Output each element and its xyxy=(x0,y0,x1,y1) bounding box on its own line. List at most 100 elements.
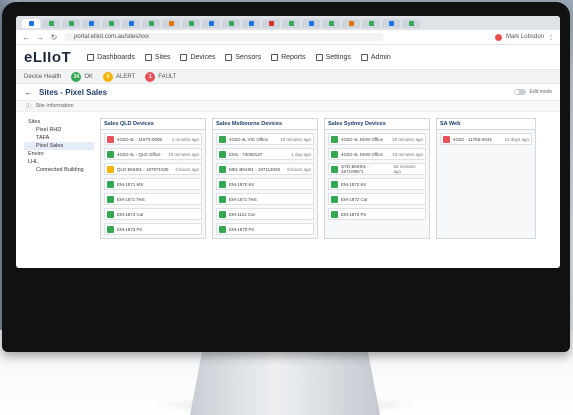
browser-tab[interactable] xyxy=(402,18,420,28)
page-title-bar: ← Sites - Pixel Sales Edit mode xyxy=(16,84,560,101)
device-card[interactable]: EM1 - 73009137 1 day ago xyxy=(216,148,314,160)
device-card[interactable]: MEL BNH01 - 187113029 8 hours ago xyxy=(216,163,314,175)
status-fault[interactable]: 1 FAULT xyxy=(145,71,177,82)
tab-favicon-icon xyxy=(408,20,414,26)
status-ok[interactable]: 34 OK xyxy=(71,71,94,82)
nav-label: Admin xyxy=(370,53,391,61)
tree-item[interactable]: Enviro xyxy=(24,150,94,158)
device-card[interactable]: 4G52-4L - QLD Office 10 minutes ago xyxy=(104,148,202,160)
browser-tab[interactable] xyxy=(362,18,380,28)
tab-favicon-icon xyxy=(108,20,114,26)
device-card[interactable]: EM-1873 Pit xyxy=(104,223,202,235)
device-last-seen: 10 minutes ago xyxy=(280,136,311,142)
nav-sites[interactable]: Sites xyxy=(144,53,170,61)
device-card[interactable]: EM-1873 Car xyxy=(104,208,202,220)
toggle-switch[interactable] xyxy=(514,89,527,95)
nav-devices[interactable]: Devices xyxy=(180,53,215,61)
user-avatar[interactable] xyxy=(494,33,502,41)
device-card[interactable]: EM-1872 Car xyxy=(328,193,426,205)
app-logo[interactable]: eLIIoT xyxy=(24,49,71,66)
device-status-icon xyxy=(331,210,338,218)
browser-tab[interactable] xyxy=(282,18,300,28)
browser-tab[interactable] xyxy=(82,18,100,28)
device-name: EM-1871 MS xyxy=(117,181,144,187)
browser-tab[interactable] xyxy=(142,18,160,28)
browser-tab[interactable] xyxy=(162,18,180,28)
reload-icon[interactable]: ↻ xyxy=(50,33,58,42)
device-card[interactable]: EM-1871 Test xyxy=(216,193,314,205)
toggle-label: Edit mode xyxy=(529,89,552,95)
browser-tab[interactable] xyxy=(102,18,120,28)
ok-count-badge: 34 xyxy=(71,71,82,82)
device-health-label: Device Health xyxy=(24,73,62,80)
tab-favicon-icon xyxy=(368,20,374,26)
device-name: 4G52-4L NSW Office xyxy=(341,136,384,142)
device-status-icon xyxy=(331,135,338,143)
site-tree: Sites Pixel RHD TAFA Pixel Sales Enviro LHL Co… xyxy=(24,118,94,239)
nav-sensors[interactable]: Sensors xyxy=(225,53,261,61)
browser-tab[interactable] xyxy=(222,18,240,28)
device-name: MEL BNH01 - 187113029 xyxy=(229,166,281,172)
browser-tab[interactable] xyxy=(382,18,400,28)
tree-item[interactable]: TAFA xyxy=(24,134,94,142)
device-card[interactable]: 4G52-4L - 11973-0006 4 months ago xyxy=(104,133,202,145)
browser-tab-strip xyxy=(16,16,560,30)
browser-tab[interactable] xyxy=(202,18,220,28)
forward-arrow-icon[interactable]: → xyxy=(36,33,44,42)
device-card[interactable]: 4G52 - 11765-0044 10 days ago xyxy=(440,133,532,145)
device-name: EM-1872 Pit xyxy=(341,211,366,217)
device-columns: Sales QLD Devices 4G52-4L - 11973-0006 4 m… xyxy=(100,118,536,239)
nav-dashboards[interactable]: Dashboards xyxy=(87,53,135,61)
device-card[interactable]: 4G52-4L NSW Office 43 minutes ago xyxy=(328,148,426,160)
device-card[interactable]: EM-1872 Pit xyxy=(328,208,426,220)
device-status-icon xyxy=(331,180,338,188)
tree-item[interactable]: Pixel RHD xyxy=(24,126,94,134)
browser-tab[interactable] xyxy=(322,18,340,28)
browser-tab[interactable] xyxy=(342,18,360,28)
nav-reports[interactable]: Reports xyxy=(271,53,306,61)
device-name: EM-1871 Test xyxy=(117,196,145,202)
info-bar[interactable]: ⓘ Site information xyxy=(16,101,560,112)
device-card[interactable]: QLD BNH01 - 187971035 3 hours ago xyxy=(104,163,202,175)
browser-tab[interactable] xyxy=(42,18,60,28)
browser-tab[interactable] xyxy=(262,18,280,28)
status-alert[interactable]: 0 ALERT xyxy=(103,71,136,82)
edit-mode-toggle[interactable]: Edit mode xyxy=(514,89,552,95)
url-field[interactable]: portal.eliiot.com.au/sites/xxx xyxy=(64,33,384,41)
tree-item[interactable]: LHL xyxy=(24,158,94,166)
tree-item[interactable]: Sites xyxy=(24,118,94,126)
browser-tab[interactable] xyxy=(22,18,40,28)
alert-label: ALERT xyxy=(116,73,136,80)
back-arrow-icon[interactable]: ← xyxy=(22,33,30,42)
browser-tab[interactable] xyxy=(242,18,260,28)
nav-admin[interactable]: Admin xyxy=(360,53,391,61)
device-name: EM-1872 Car xyxy=(341,196,368,202)
column-title: Sales QLD Devices xyxy=(101,119,205,130)
device-card[interactable]: EM-1872 Kit xyxy=(328,178,426,190)
device-name: EM1 - 73009137 xyxy=(229,151,263,157)
browser-tab[interactable] xyxy=(62,18,80,28)
user-name[interactable]: Mark Lobsdon xyxy=(506,34,544,40)
device-card[interactable]: 4G52-4L NSW Office 20 minutes ago xyxy=(328,133,426,145)
ok-label: OK xyxy=(84,73,94,80)
device-card[interactable]: EM-1112 Car xyxy=(216,208,314,220)
device-last-seen: 1 day ago xyxy=(291,151,311,157)
device-status-icon xyxy=(331,150,338,158)
device-name: EM-1872 Kit xyxy=(341,181,366,187)
tree-item[interactable]: Pixel Sales xyxy=(24,142,94,150)
browser-tab[interactable] xyxy=(302,18,320,28)
device-card[interactable]: EM-1870 Kit xyxy=(216,178,314,190)
device-card[interactable]: 4G52-4L VIC Office 10 minutes ago xyxy=(216,133,314,145)
dashboard-icon xyxy=(87,53,95,61)
device-last-seen: 4 months ago xyxy=(171,136,199,142)
menu-icon[interactable]: ⋮ xyxy=(548,34,554,41)
tree-item[interactable]: Connected Building xyxy=(24,166,94,174)
browser-tab[interactable] xyxy=(122,18,140,28)
device-card[interactable]: EM-1871 MS xyxy=(104,178,202,190)
device-card[interactable]: EM-1871 Test xyxy=(104,193,202,205)
nav-settings[interactable]: Settings xyxy=(315,53,351,61)
browser-tab[interactable] xyxy=(182,18,200,28)
back-icon[interactable]: ← xyxy=(24,87,33,97)
device-card[interactable]: EM-1870 Pit xyxy=(216,223,314,235)
device-card[interactable]: SYD BNH01 - 187109871 55 minutes ago xyxy=(328,163,426,175)
